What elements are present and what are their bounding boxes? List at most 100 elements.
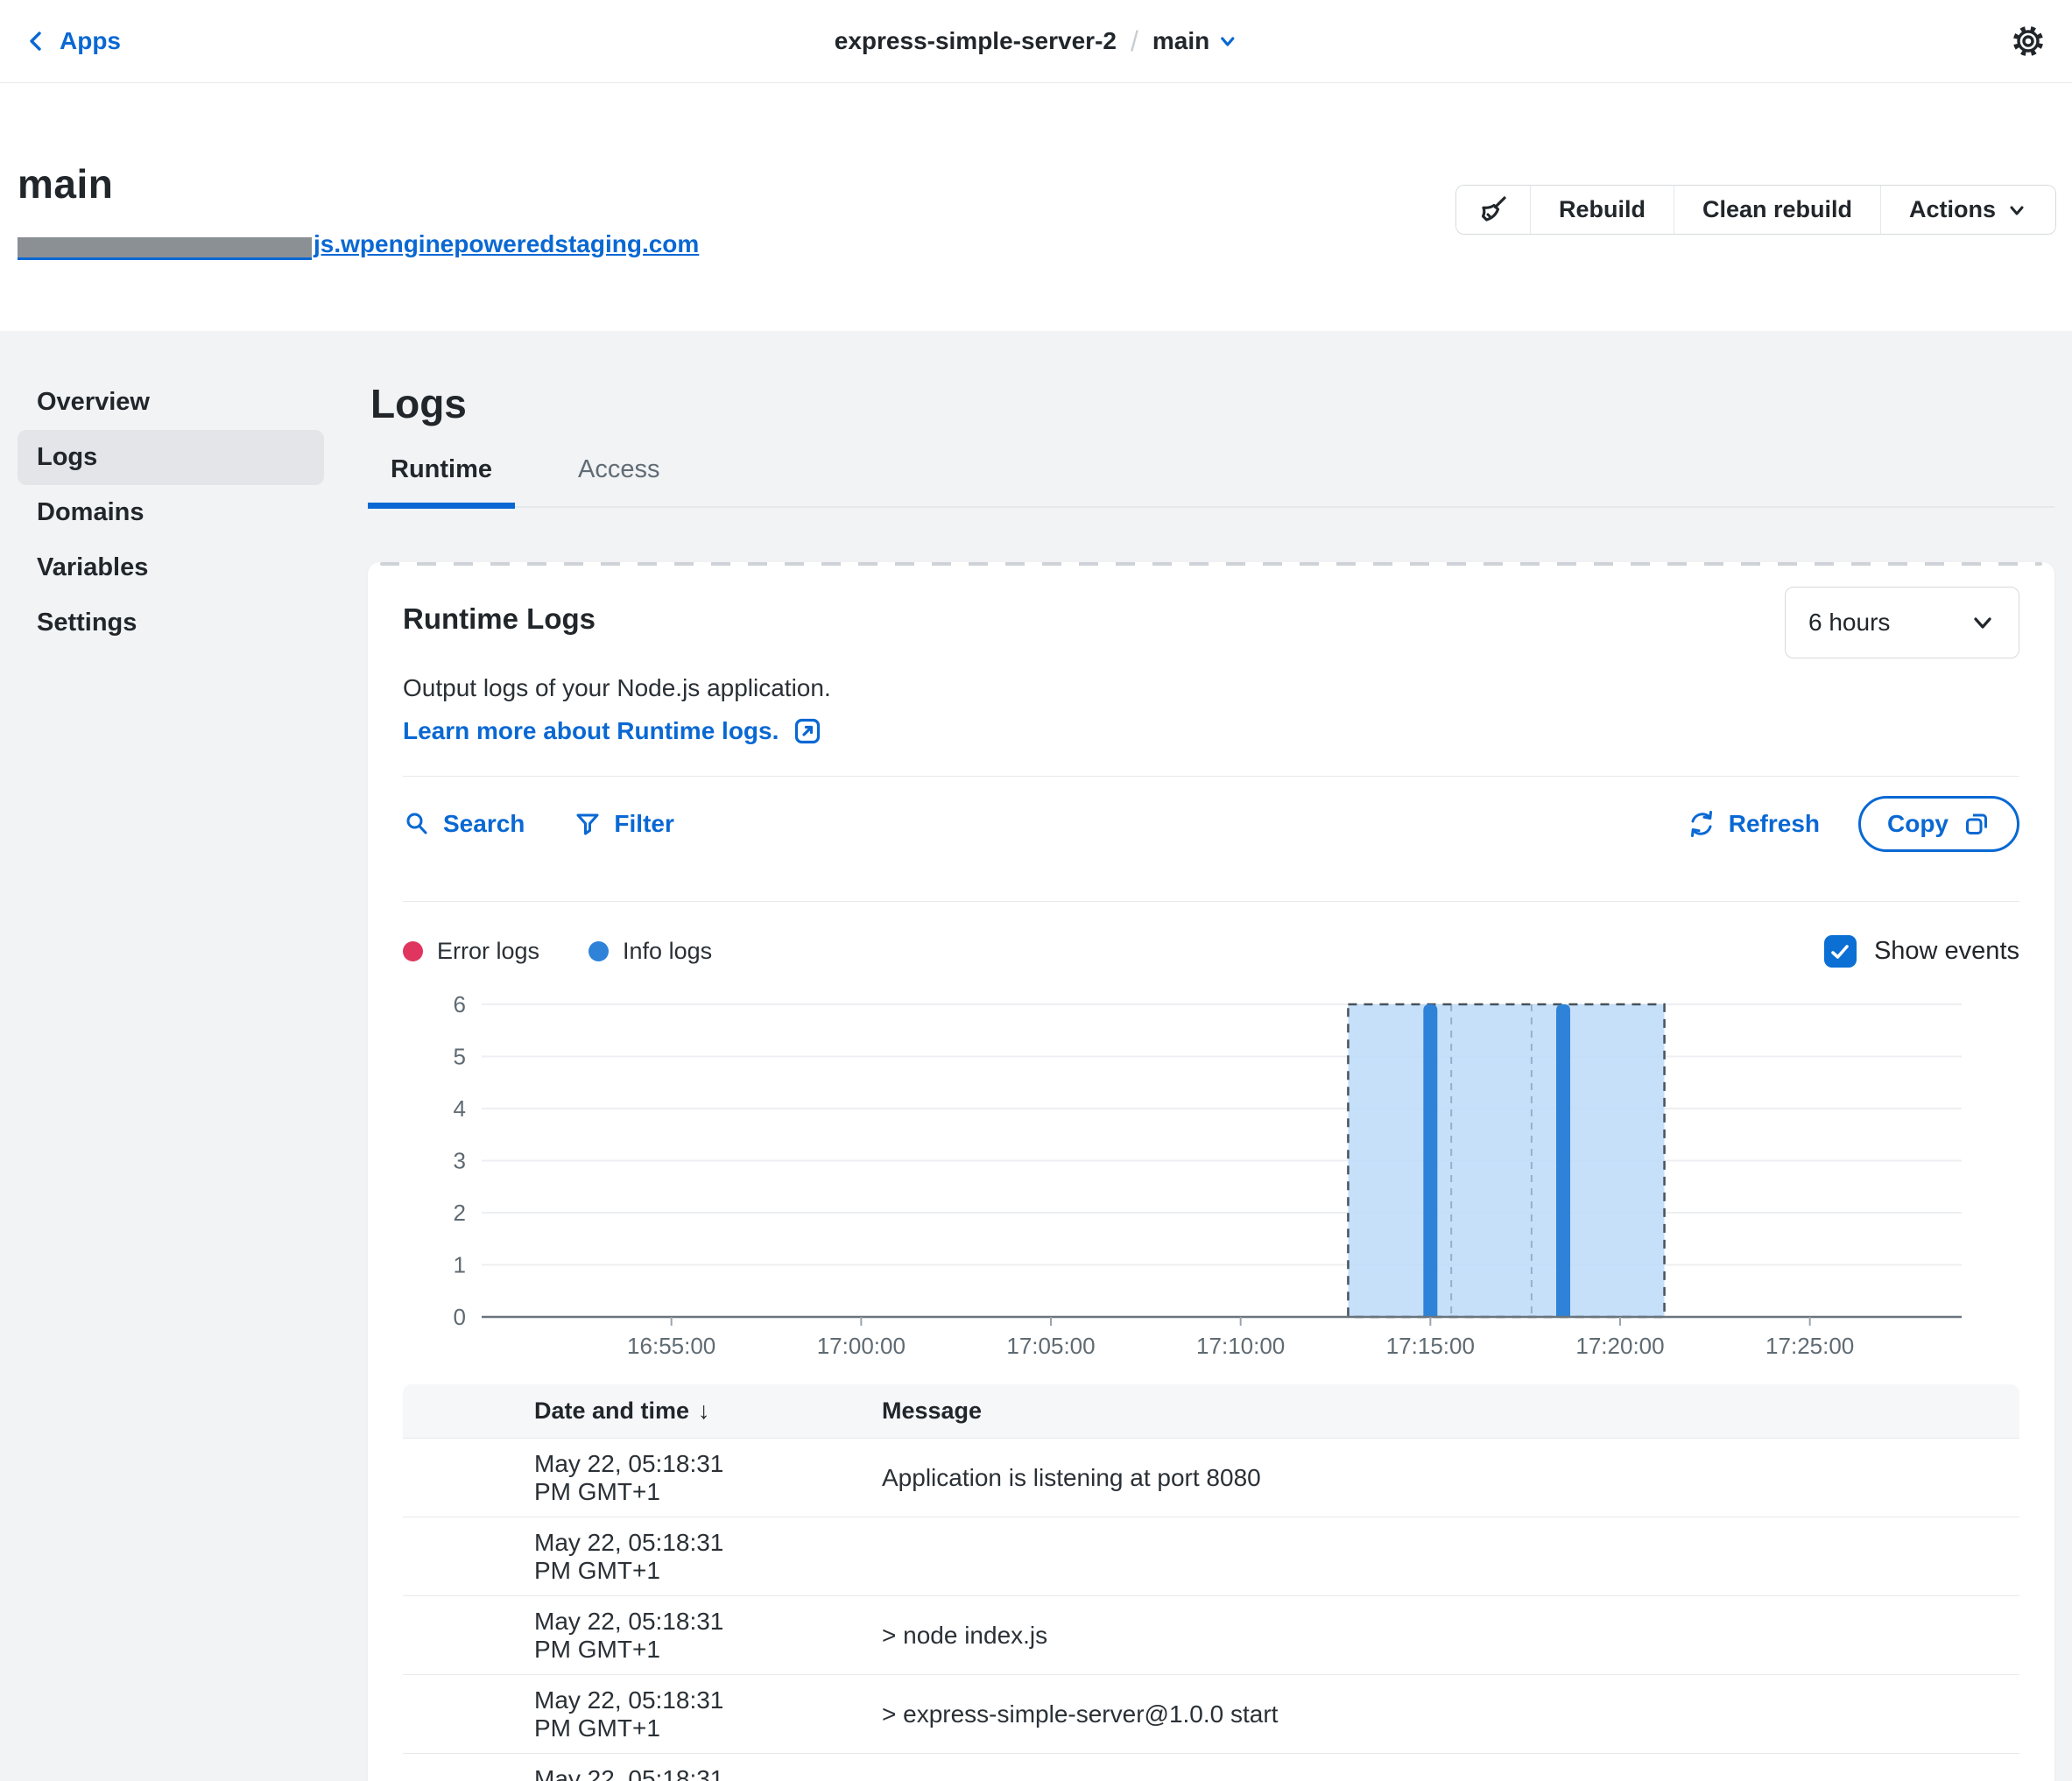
- legend-info-label: Info logs: [623, 938, 712, 965]
- svg-text:16:55:00: 16:55:00: [627, 1333, 715, 1359]
- settings-gear-button[interactable]: [2011, 24, 2046, 59]
- tab-runtime-label: Runtime: [391, 455, 492, 483]
- sidebar-item-domains[interactable]: Domains: [18, 485, 324, 540]
- redaction-overlay: [18, 237, 312, 260]
- app-page: Apps express-simple-server-2 / main main: [0, 0, 2072, 1781]
- filter-button[interactable]: Filter: [574, 810, 673, 838]
- logs-tabs: Runtime Access: [368, 454, 2054, 508]
- content-area: OverviewLogsDomainsVariablesSettings Log…: [0, 331, 2072, 1781]
- legend-error-label: Error logs: [437, 938, 539, 965]
- rebuild-button[interactable]: Rebuild: [1530, 186, 1674, 234]
- environment-switcher[interactable]: main: [1152, 27, 1237, 55]
- environment-url-link[interactable]: js.wpenginepoweredstaging.com: [18, 230, 699, 258]
- environment-url-text: js.wpenginepoweredstaging.com: [314, 230, 699, 258]
- search-button[interactable]: Search: [403, 810, 525, 838]
- time-range-select[interactable]: 6 hours: [1785, 587, 2019, 658]
- breadcrumb-separator: /: [1131, 25, 1138, 58]
- column-date-and-time[interactable]: Date and time ↓: [403, 1397, 751, 1425]
- logs-chart: 012345616:55:0017:00:0017:05:0017:10:001…: [403, 985, 2019, 1377]
- svg-text:17:25:00: 17:25:00: [1765, 1333, 1854, 1359]
- card-description: Output logs of your Node.js application.: [403, 674, 2019, 702]
- runtime-logs-card: Runtime Logs 6 hours Output logs of your…: [368, 562, 2054, 1781]
- legend-error-logs: Error logs: [403, 938, 539, 965]
- filter-icon: [574, 810, 602, 838]
- svg-text:5: 5: [454, 1044, 466, 1070]
- copy-logs-button[interactable]: Copy: [1858, 796, 2019, 852]
- legend-info-logs: Info logs: [588, 938, 712, 965]
- gear-icon: [2011, 24, 2046, 59]
- refresh-label: Refresh: [1729, 810, 1820, 838]
- environment-name: main: [1152, 27, 1209, 55]
- logs-toolbar: Search Filter: [403, 777, 2019, 871]
- svg-text:2: 2: [454, 1200, 466, 1226]
- sidebar-item-overview[interactable]: Overview: [18, 375, 324, 430]
- log-timestamp: May 22, 05:18:31 PM GMT+1: [403, 1608, 751, 1664]
- learn-more-link[interactable]: Learn more about Runtime logs.: [403, 716, 822, 746]
- copy-label: Copy: [1887, 810, 1949, 838]
- sweep-cache-button[interactable]: [1456, 186, 1530, 234]
- log-table-row: May 22, 05:18:31 PM GMT+1Application is …: [403, 1439, 2019, 1517]
- environment-url-row: js.wpenginepoweredstaging.com: [18, 230, 699, 263]
- chevron-left-icon: [26, 30, 47, 53]
- log-timestamp: May 22, 05:18:31 PM GMT+1: [403, 1686, 751, 1742]
- search-label: Search: [443, 810, 525, 838]
- info-logs-dot-icon: [588, 941, 609, 961]
- logs-main: Logs Runtime Access Runtime Logs 6 hours: [324, 375, 2054, 1781]
- environment-sidebar-nav: OverviewLogsDomainsVariablesSettings: [18, 375, 324, 1781]
- svg-text:3: 3: [454, 1148, 466, 1174]
- log-table-row: May 22, 05:18:31 PM GMT+1> node index.js: [403, 1596, 2019, 1675]
- svg-text:6: 6: [454, 991, 466, 1017]
- log-table-row: May 22, 05:18:31 PM GMT+1: [403, 1517, 2019, 1596]
- column-message: Message: [751, 1397, 2019, 1425]
- broom-icon: [1476, 193, 1511, 228]
- bar-info-logs: [1556, 1004, 1570, 1317]
- sort-desc-icon: ↓: [698, 1397, 710, 1424]
- refresh-button[interactable]: Refresh: [1687, 809, 1820, 839]
- back-to-apps-link[interactable]: Apps: [26, 27, 121, 55]
- card-header: Runtime Logs 6 hours: [403, 562, 2019, 658]
- sidebar-item-logs[interactable]: Logs: [18, 430, 324, 485]
- section-title: Logs: [370, 380, 2054, 427]
- tab-access[interactable]: Access: [555, 454, 682, 506]
- card-title: Runtime Logs: [403, 602, 596, 636]
- date-column-label: Date and time: [534, 1397, 689, 1424]
- top-bar: Apps express-simple-server-2 / main: [0, 0, 2072, 83]
- external-link-icon: [793, 716, 822, 746]
- actions-menu-button[interactable]: Actions: [1880, 186, 2055, 234]
- log-timestamp: May 22, 05:18:31 PM GMT+1: [403, 1450, 751, 1506]
- environment-header: main js.wpenginepoweredstaging.com Rebui…: [0, 83, 2072, 331]
- table-header-row: Date and time ↓ Message: [403, 1384, 2019, 1439]
- breadcrumb-app-name: express-simple-server-2: [835, 27, 1117, 55]
- back-label: Apps: [60, 27, 121, 55]
- breadcrumb: express-simple-server-2 / main: [835, 25, 1237, 58]
- learn-more-label: Learn more about Runtime logs.: [403, 717, 779, 745]
- svg-text:4: 4: [454, 1095, 466, 1122]
- rebuild-label: Rebuild: [1559, 196, 1646, 223]
- show-events-toggle[interactable]: Show events: [1824, 935, 2019, 968]
- log-message: > node index.js: [751, 1622, 2019, 1650]
- chevron-down-icon: [2006, 200, 2027, 221]
- toolbar-right: Refresh Copy: [1687, 796, 2019, 852]
- filter-label: Filter: [614, 810, 673, 838]
- check-icon: [1829, 940, 1851, 963]
- copy-icon: [1963, 810, 1991, 838]
- show-events-label: Show events: [1874, 937, 2019, 966]
- time-range-value: 6 hours: [1808, 609, 1890, 637]
- log-table-row: May 22, 05:18:31 PM GMT+1: [403, 1754, 2019, 1781]
- tab-runtime[interactable]: Runtime: [368, 454, 515, 506]
- log-timestamp: May 22, 05:18:31 PM GMT+1: [403, 1765, 751, 1781]
- sidebar-item-settings[interactable]: Settings: [18, 595, 324, 651]
- clean-rebuild-button[interactable]: Clean rebuild: [1674, 186, 1880, 234]
- show-events-checkbox[interactable]: [1824, 935, 1857, 968]
- svg-text:1: 1: [454, 1252, 466, 1278]
- log-message: > express-simple-server@1.0.0 start: [751, 1700, 2019, 1728]
- bar-info-logs: [1423, 1004, 1437, 1317]
- svg-text:0: 0: [454, 1304, 466, 1330]
- clean-rebuild-label: Clean rebuild: [1702, 196, 1852, 223]
- svg-text:17:15:00: 17:15:00: [1386, 1333, 1475, 1359]
- logs-bar-chart: 012345616:55:0017:00:0017:05:0017:10:001…: [403, 985, 2002, 1377]
- chevron-down-icon: [1970, 609, 1996, 636]
- chart-legend-row: Error logs Info logs Show events: [403, 902, 2019, 968]
- message-column-label: Message: [882, 1397, 982, 1424]
- sidebar-item-variables[interactable]: Variables: [18, 540, 324, 595]
